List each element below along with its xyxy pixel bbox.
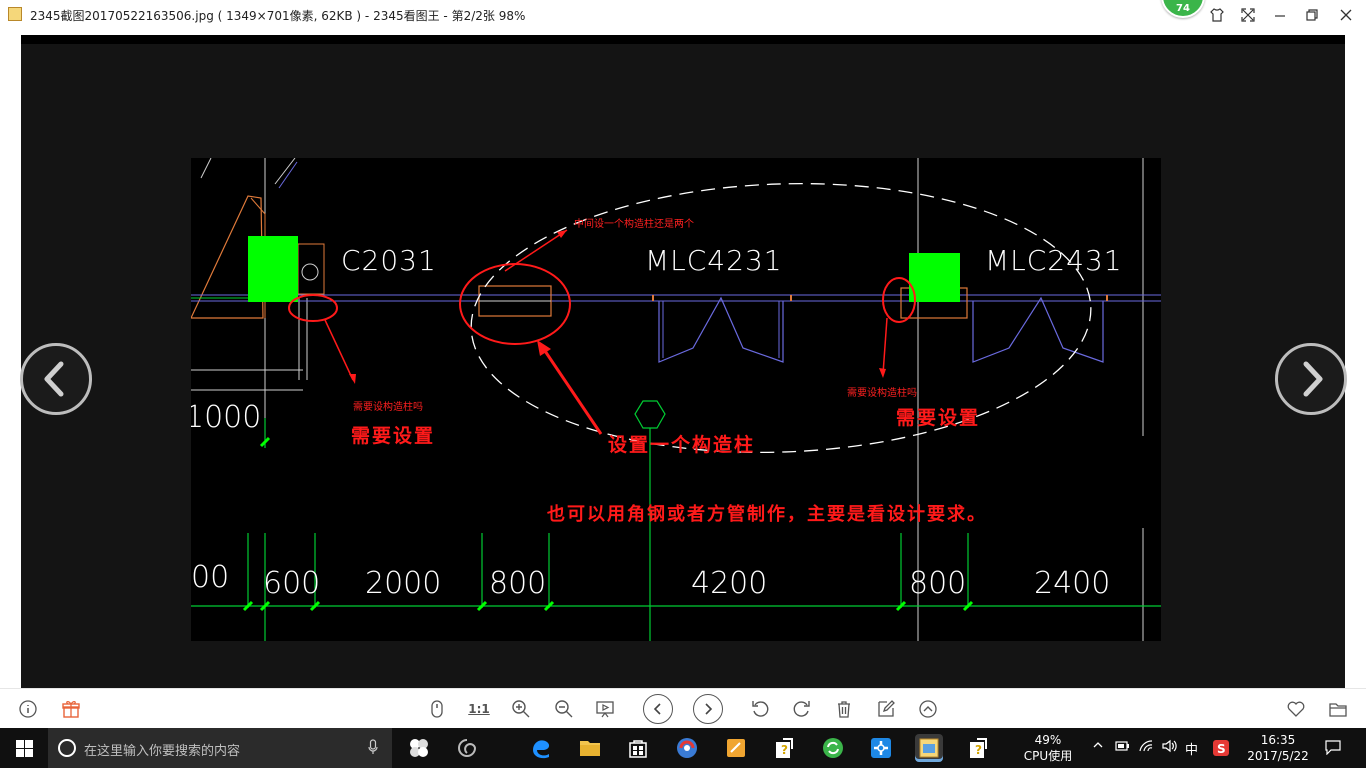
dimension-value: 800 — [489, 566, 547, 601]
actual-size-button[interactable]: 1:1 — [468, 698, 490, 720]
rotate-right-icon[interactable] — [791, 698, 813, 720]
prev-icon[interactable] — [643, 694, 673, 724]
zoom-in-icon[interactable] — [510, 698, 532, 720]
score-badge[interactable]: 74 — [1161, 0, 1205, 18]
taskbar-clock[interactable]: 16:35 2017/5/22 — [1244, 732, 1312, 764]
note-middle-question: 中间设一个构造柱还是两个 — [574, 219, 694, 230]
edge-browser-icon[interactable] — [527, 734, 555, 762]
start-button[interactable] — [0, 728, 48, 768]
dimension-value: 2400 — [1034, 566, 1111, 601]
window-title: 2345截图20170522163506.jpg ( 1349×701像素, 6… — [30, 9, 526, 23]
dimension-value: 2000 — [365, 566, 442, 601]
help-app-2-icon[interactable]: ? — [964, 734, 992, 762]
note-one-column: 设置一个构造柱 — [608, 434, 756, 456]
dimension-1000: 1000 — [191, 400, 262, 435]
minimize-icon[interactable] — [1269, 5, 1291, 25]
svg-text:?: ? — [975, 743, 982, 757]
dimension-value: 4200 — [691, 566, 768, 601]
previous-image-button[interactable] — [20, 343, 92, 415]
chevron-right-icon — [1303, 361, 1323, 397]
cpu-label: CPU使用 — [1023, 749, 1073, 763]
sync-app-icon[interactable] — [819, 734, 847, 762]
folder-icon[interactable] — [1327, 698, 1349, 720]
green-column-left — [248, 236, 298, 302]
gift-icon[interactable] — [60, 698, 82, 720]
edit-icon[interactable] — [875, 698, 897, 720]
clock-time: 16:35 — [1260, 733, 1296, 747]
network-app-icon[interactable] — [867, 734, 895, 762]
heart-icon[interactable] — [1285, 698, 1307, 720]
chevron-up-icon[interactable] — [1092, 739, 1104, 755]
fullscreen-icon[interactable] — [1237, 5, 1259, 25]
ime-indicator[interactable]: 中 — [1185, 739, 1198, 758]
note-left-question: 需要设构造柱吗 — [353, 402, 423, 413]
delete-icon[interactable] — [833, 698, 855, 720]
note-alternative-material: 也可以用角钢或者方管制作，主要是看设计要求。 — [547, 504, 987, 525]
label-mlc2431: MLC2431 — [985, 244, 1123, 277]
dimension-value: 600 — [263, 566, 321, 601]
note-need-left: 需要设置 — [351, 425, 436, 447]
next-icon[interactable] — [693, 694, 723, 724]
swirl-app-icon[interactable] — [453, 734, 481, 762]
battery-icon[interactable] — [1114, 739, 1130, 757]
rotate-left-icon[interactable] — [749, 698, 771, 720]
task-view-icon[interactable] — [405, 734, 433, 762]
slideshow-icon[interactable] — [594, 698, 616, 720]
cpu-usage[interactable]: 49% CPU使用 — [1016, 732, 1080, 764]
zoom-out-icon[interactable] — [553, 698, 575, 720]
next-image-button[interactable] — [1275, 343, 1347, 415]
notes-app-icon[interactable] — [722, 734, 750, 762]
info-icon[interactable] — [17, 698, 39, 720]
wifi-icon[interactable] — [1138, 739, 1154, 757]
stage-top-edge — [21, 35, 1345, 44]
image-viewer-app-icon[interactable] — [915, 734, 943, 762]
title-bar: 2345截图20170522163506.jpg ( 1349×701像素, 6… — [0, 0, 1366, 30]
browser-2345-icon[interactable] — [673, 734, 701, 762]
search-placeholder: 在这里输入你要搜索的内容 — [84, 744, 241, 759]
sogou-input-icon[interactable]: S — [1212, 739, 1230, 761]
close-icon[interactable] — [1335, 5, 1357, 25]
cortana-icon — [58, 739, 76, 757]
up-icon[interactable] — [917, 698, 939, 720]
dimension-value: 800 — [909, 566, 967, 601]
microphone-icon[interactable] — [368, 739, 378, 759]
viewer-toolbar: 1:1 — [0, 688, 1366, 728]
chevron-left-icon — [44, 361, 64, 397]
scroll-icon[interactable] — [426, 698, 448, 720]
cad-drawing: C2031 MLC4231 MLC2431 1000 00 600 2000 8… — [191, 158, 1161, 641]
skin-icon[interactable] — [1206, 5, 1228, 25]
green-column-right — [909, 253, 960, 302]
cad-linework — [191, 158, 1161, 641]
file-explorer-icon[interactable] — [576, 734, 604, 762]
dimension-value: 00 — [191, 560, 230, 595]
windows-taskbar: 在这里输入你要搜索的内容 ? ? 49% CPU使用 中 S 16:35 201… — [0, 728, 1366, 768]
clock-date: 2017/5/22 — [1247, 749, 1309, 763]
svg-text:?: ? — [781, 743, 788, 757]
store-icon[interactable] — [624, 734, 652, 762]
label-mlc4231: MLC4231 — [645, 244, 783, 277]
note-need-right: 需要设置 — [896, 407, 981, 429]
notification-icon[interactable] — [1324, 739, 1342, 759]
help-app-icon[interactable]: ? — [770, 734, 798, 762]
cpu-percent: 49% — [1034, 733, 1062, 747]
note-right-question: 需要设构造柱吗 — [847, 388, 917, 399]
restore-icon[interactable] — [1301, 5, 1323, 25]
volume-icon[interactable] — [1161, 739, 1177, 757]
svg-text:S: S — [1217, 742, 1226, 756]
label-c2031: C2031 — [341, 244, 437, 277]
windows-logo-icon — [15, 739, 33, 757]
app-icon — [8, 7, 22, 21]
taskbar-search-box[interactable]: 在这里输入你要搜索的内容 — [48, 728, 392, 768]
